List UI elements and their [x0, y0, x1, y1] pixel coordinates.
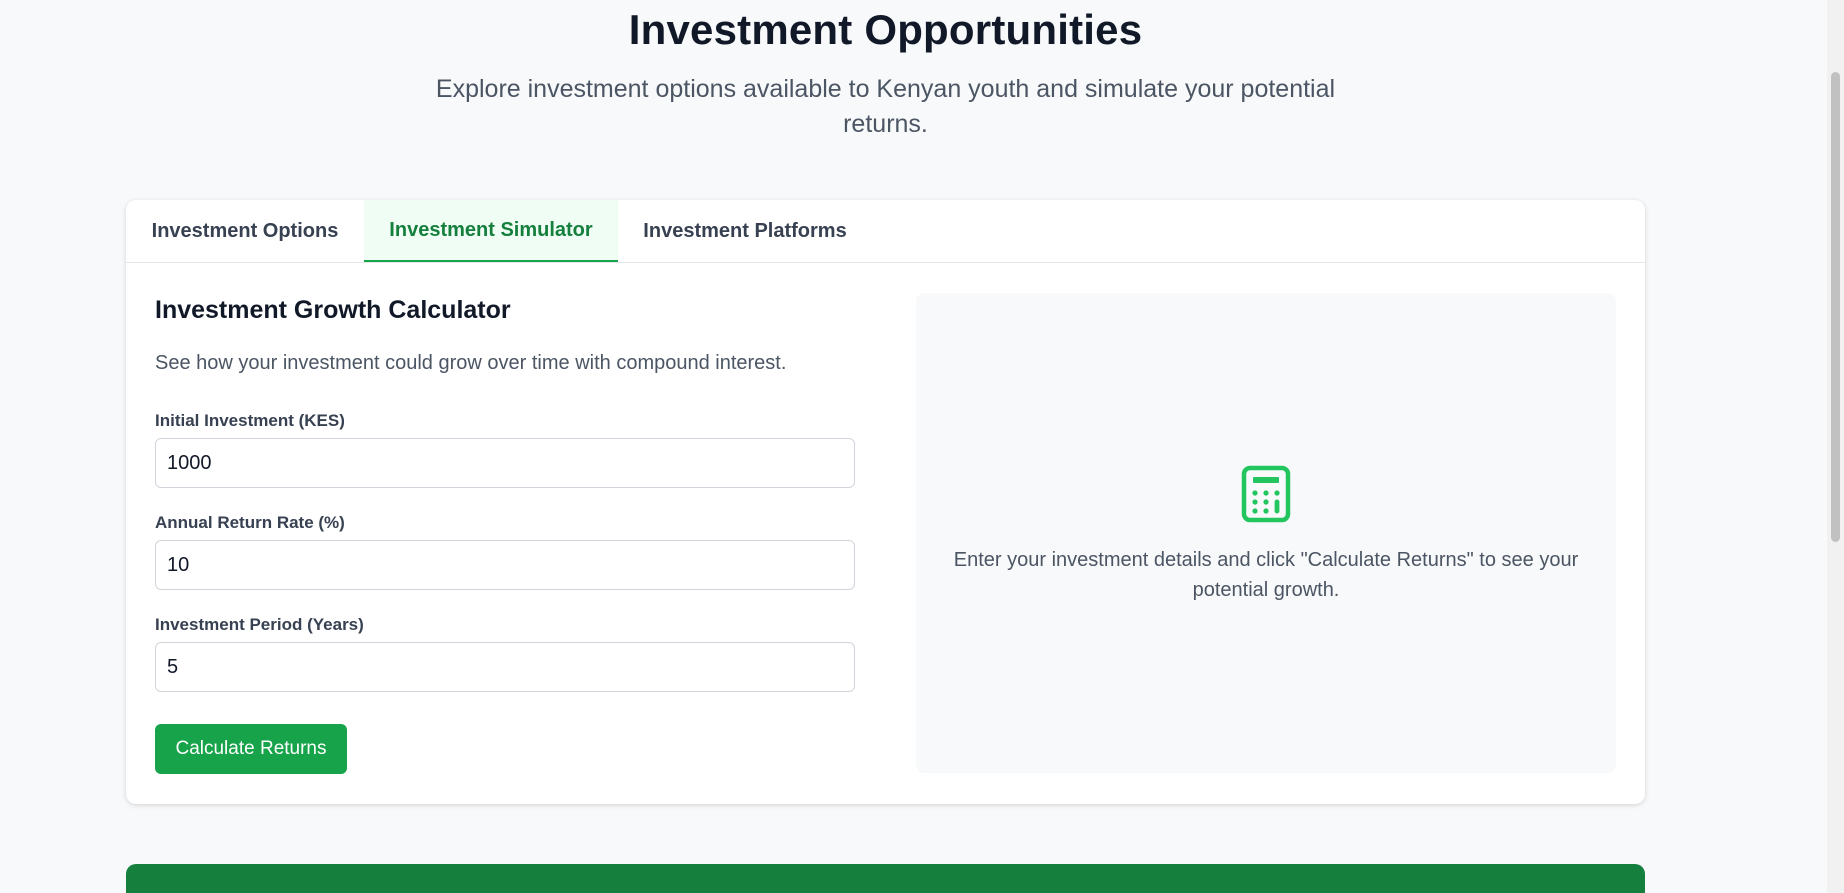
page-title: Investment Opportunities: [628, 6, 1143, 53]
calculator-description: See how your investment could grow over …: [155, 352, 787, 374]
page-scrollbar[interactable]: [1827, 0, 1844, 893]
tab-bar: Investment Options Investment Simulator …: [126, 200, 1645, 263]
annual-return-rate-input[interactable]: [155, 540, 855, 590]
simulator-card: Investment Options Investment Simulator …: [126, 200, 1645, 804]
tab-investment-platforms[interactable]: Investment Platforms: [618, 200, 872, 262]
calculator-icon: [1241, 465, 1291, 523]
page-subtitle: Explore investment options available to …: [435, 75, 1336, 138]
result-panel: Enter your investment details and click …: [916, 293, 1616, 773]
footer-banner: [126, 864, 1645, 893]
page: Investment Opportunities Explore investm…: [0, 0, 1844, 893]
initial-investment-input[interactable]: [155, 438, 855, 488]
investment-period-label: Investment Period (Years): [155, 615, 364, 634]
calculator-title: Investment Growth Calculator: [155, 296, 511, 324]
result-placeholder-message: Enter your investment details and click …: [953, 549, 1579, 601]
scrollbar-thumb[interactable]: [1831, 72, 1840, 542]
tab-investment-options[interactable]: Investment Options: [126, 200, 364, 262]
initial-investment-label: Initial Investment (KES): [155, 411, 345, 430]
annual-return-rate-label: Annual Return Rate (%): [155, 513, 345, 532]
calculate-returns-button[interactable]: Calculate Returns: [155, 724, 347, 774]
investment-period-input[interactable]: [155, 642, 855, 692]
tab-investment-simulator[interactable]: Investment Simulator: [364, 200, 618, 262]
